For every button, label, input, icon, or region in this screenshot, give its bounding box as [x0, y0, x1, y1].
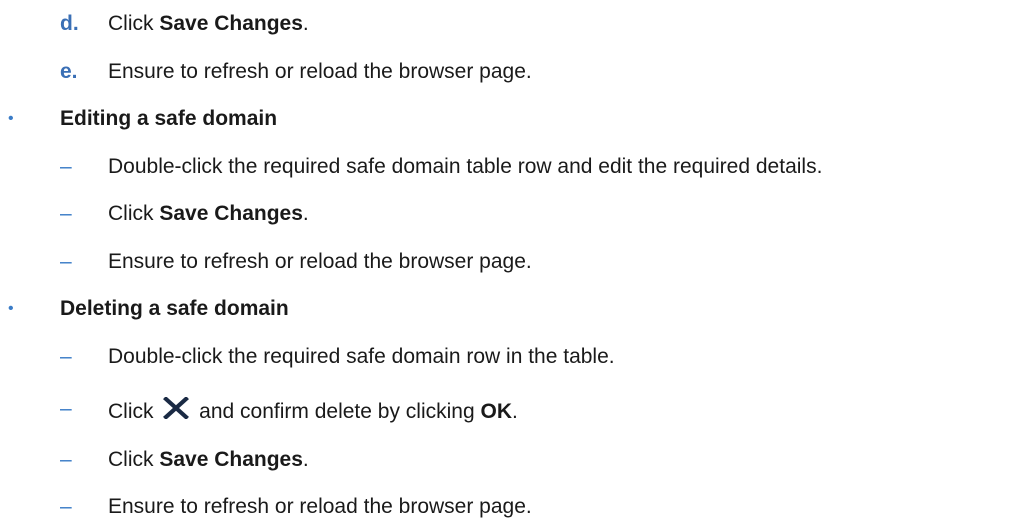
list-item-text: Ensure to refresh or reload the browser …	[108, 250, 532, 273]
bullet-icon: •	[8, 110, 14, 127]
ok-label: OK	[480, 400, 512, 423]
dash-icon: –	[60, 202, 72, 225]
dash-icon: –	[60, 495, 72, 518]
list-item-text: Click Save Changes.	[108, 202, 309, 225]
close-x-icon	[163, 397, 190, 419]
step-letter-e: e.	[60, 60, 78, 83]
list-item-text: Click Save Changes.	[108, 448, 309, 471]
list-item-text: Double-click the required safe domain ro…	[108, 345, 615, 368]
dash-icon: –	[60, 155, 72, 178]
step-e-text: Ensure to refresh or reload the browser …	[108, 60, 532, 83]
dash-icon: –	[60, 397, 72, 420]
save-changes-label: Save Changes	[159, 12, 303, 35]
list-item-text: Click and confirm delete by clicking OK.	[108, 397, 518, 424]
save-changes-label: Save Changes	[159, 202, 303, 225]
dash-icon: –	[60, 448, 72, 471]
dash-icon: –	[60, 250, 72, 273]
save-changes-label: Save Changes	[159, 448, 303, 471]
list-item-text: Double-click the required safe domain ta…	[108, 155, 823, 178]
list-item-text: Ensure to refresh or reload the browser …	[108, 495, 532, 518]
bullet-icon: •	[8, 300, 14, 317]
step-d-text: Click Save Changes.	[108, 12, 309, 35]
deleting-heading: Deleting a safe domain	[60, 297, 289, 320]
step-letter-d: d.	[60, 12, 79, 35]
dash-icon: –	[60, 345, 72, 368]
editing-heading: Editing a safe domain	[60, 107, 278, 130]
